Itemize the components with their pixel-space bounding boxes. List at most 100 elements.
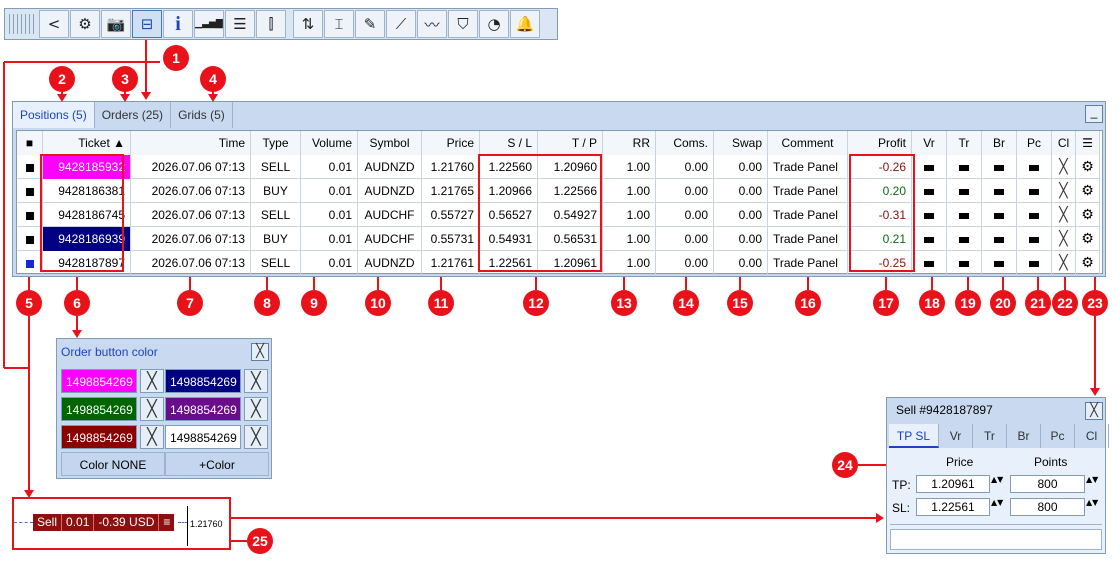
apply-bar[interactable] [890, 529, 1102, 550]
chart-icon[interactable]: 〰 [417, 10, 447, 38]
close-position-icon[interactable]: ╳ [1052, 203, 1076, 227]
tab-orders[interactable]: Orders (25) [95, 102, 172, 128]
toolbar-grip[interactable] [9, 14, 35, 34]
tab-tr[interactable]: Tr [973, 424, 1007, 448]
table-row[interactable]: 9428186381 2026.07.06 07:13 BUY 0.01 AUDNZD 1… [17, 179, 1100, 203]
color-none-button[interactable]: Color NONE [61, 452, 165, 476]
pc-toggle-button[interactable] [1017, 227, 1052, 251]
header-rr[interactable]: RR [603, 131, 656, 155]
remove-color-icon[interactable]: ╳ [140, 369, 164, 393]
pc-toggle-button[interactable] [1017, 179, 1052, 203]
color-swatch[interactable]: 1498854269 [61, 425, 137, 449]
tp-price-spinner[interactable]: ▲▼ [991, 475, 1003, 493]
br-toggle-button[interactable] [982, 251, 1017, 275]
header-swap[interactable]: Swap [714, 131, 768, 155]
tab-br[interactable]: Br [1007, 424, 1041, 448]
tab-cl[interactable]: Cl [1075, 424, 1109, 448]
add-color-button[interactable]: +Color [165, 452, 269, 476]
color-swatch[interactable]: 1498854269 [165, 425, 241, 449]
gear-icon[interactable]: ⚙ [1076, 227, 1100, 251]
remove-color-icon[interactable]: ╳ [244, 369, 268, 393]
minimize-button[interactable]: _ [1085, 105, 1103, 123]
gear-icon[interactable]: ⚙ [70, 10, 100, 38]
chart-position-label[interactable]: Sell 0.01 -0.39 USD ≡ [33, 514, 175, 531]
tp-points-input[interactable]: 800 [1010, 475, 1085, 493]
close-position-icon[interactable]: ╳ [1052, 227, 1076, 251]
close-position-icon[interactable]: ╳ [1052, 155, 1076, 179]
close-position-icon[interactable]: ╳ [1052, 251, 1076, 275]
table-row[interactable]: 9428186745 2026.07.06 07:13 SELL 0.01 AUDCHF… [17, 203, 1100, 227]
sl-points-input[interactable]: 800 [1010, 498, 1085, 516]
tab-grids[interactable]: Grids (5) [171, 102, 233, 128]
table-row[interactable]: 9428185932 2026.07.06 07:13 SELL 0.01 AUDNZD… [17, 155, 1100, 179]
tr-toggle-button[interactable] [947, 227, 982, 251]
header-price[interactable]: Price [422, 131, 480, 155]
gear-icon[interactable]: ⚙ [1076, 251, 1100, 275]
remove-color-icon[interactable]: ╳ [244, 425, 268, 449]
header-coms[interactable]: Coms. [656, 131, 714, 155]
color-swatch[interactable]: 1498854269 [61, 397, 137, 421]
header-br[interactable]: Br [982, 131, 1017, 155]
camera-icon[interactable]: 📷 [101, 10, 131, 38]
header-vr[interactable]: Vr [912, 131, 947, 155]
pc-toggle-button[interactable] [1017, 155, 1052, 179]
gear-icon[interactable]: ⚙ [1076, 179, 1100, 203]
sl-points-spinner[interactable]: ▲▼ [1086, 498, 1098, 516]
remove-color-icon[interactable]: ╳ [244, 397, 268, 421]
header-sl[interactable]: S / L [480, 131, 538, 155]
bell-icon[interactable]: 🔔 [510, 10, 540, 38]
toolbox-icon[interactable]: ⊟ [132, 10, 162, 38]
gear-icon[interactable]: ⚙ [1076, 155, 1100, 179]
color-swatch[interactable]: 1498854269 [61, 369, 137, 393]
label-menu-icon[interactable]: ≡ [159, 514, 174, 531]
range-icon[interactable]: ⌶ [324, 10, 354, 38]
remove-color-icon[interactable]: ╳ [140, 425, 164, 449]
tp-price-input[interactable]: 1.20961 [916, 475, 990, 493]
list-icon[interactable]: ☰ [225, 10, 255, 38]
color-swatch[interactable]: 1498854269 [165, 369, 241, 393]
header-cl[interactable]: Cl [1052, 131, 1076, 155]
tp-points-spinner[interactable]: ▲▼ [1086, 475, 1098, 493]
close-position-icon[interactable]: ╳ [1052, 179, 1076, 203]
vr-toggle-button[interactable] [912, 227, 947, 251]
header-type[interactable]: Type [251, 131, 301, 155]
tr-toggle-button[interactable] [947, 251, 982, 275]
vr-toggle-button[interactable] [912, 251, 947, 275]
header-marker[interactable]: ■ [17, 131, 43, 155]
info-icon[interactable]: i [163, 10, 193, 38]
header-pc[interactable]: Pc [1017, 131, 1052, 155]
vr-toggle-button[interactable] [912, 179, 947, 203]
header-profit[interactable]: Profit [848, 131, 912, 155]
color-swatch[interactable]: 1498854269 [165, 397, 241, 421]
header-time[interactable]: Time [131, 131, 251, 155]
trend-icon[interactable]: ⟋ [386, 10, 416, 38]
signal-icon[interactable]: ▁▃▅▇ [194, 10, 224, 38]
header-volume[interactable]: Volume [301, 131, 358, 155]
header-tp[interactable]: T / P [538, 131, 603, 155]
back-icon[interactable]: < [39, 10, 69, 38]
vr-toggle-button[interactable] [912, 203, 947, 227]
br-toggle-button[interactable] [982, 179, 1017, 203]
header-symbol[interactable]: Symbol [358, 131, 422, 155]
sl-price-spinner[interactable]: ▲▼ [991, 498, 1003, 516]
edit-icon[interactable]: ✎ [355, 10, 385, 38]
candles-icon[interactable]: ⫿ [256, 10, 286, 38]
tr-toggle-button[interactable] [947, 203, 982, 227]
header-menu[interactable]: ☰ [1076, 131, 1100, 155]
remove-color-icon[interactable]: ╳ [140, 397, 164, 421]
sort-icon[interactable]: ⇅ [293, 10, 323, 38]
tr-toggle-button[interactable] [947, 155, 982, 179]
pc-toggle-button[interactable] [1017, 203, 1052, 227]
header-ticket[interactable]: Ticket ▲ [43, 131, 131, 155]
tab-tp-sl[interactable]: TP SL [889, 424, 939, 448]
close-icon[interactable]: ╳ [1085, 402, 1103, 420]
vr-toggle-button[interactable] [912, 155, 947, 179]
header-comment[interactable]: Comment [768, 131, 848, 155]
pie-icon[interactable]: ◔ [479, 10, 509, 38]
br-toggle-button[interactable] [982, 155, 1017, 179]
close-icon[interactable]: ╳ [251, 343, 269, 361]
br-toggle-button[interactable] [982, 227, 1017, 251]
br-toggle-button[interactable] [982, 203, 1017, 227]
shield-icon[interactable]: ⛉ [448, 10, 478, 38]
table-row[interactable]: 9428187897 2026.07.06 07:13 SELL 0.01 AUDNZD… [17, 251, 1100, 275]
